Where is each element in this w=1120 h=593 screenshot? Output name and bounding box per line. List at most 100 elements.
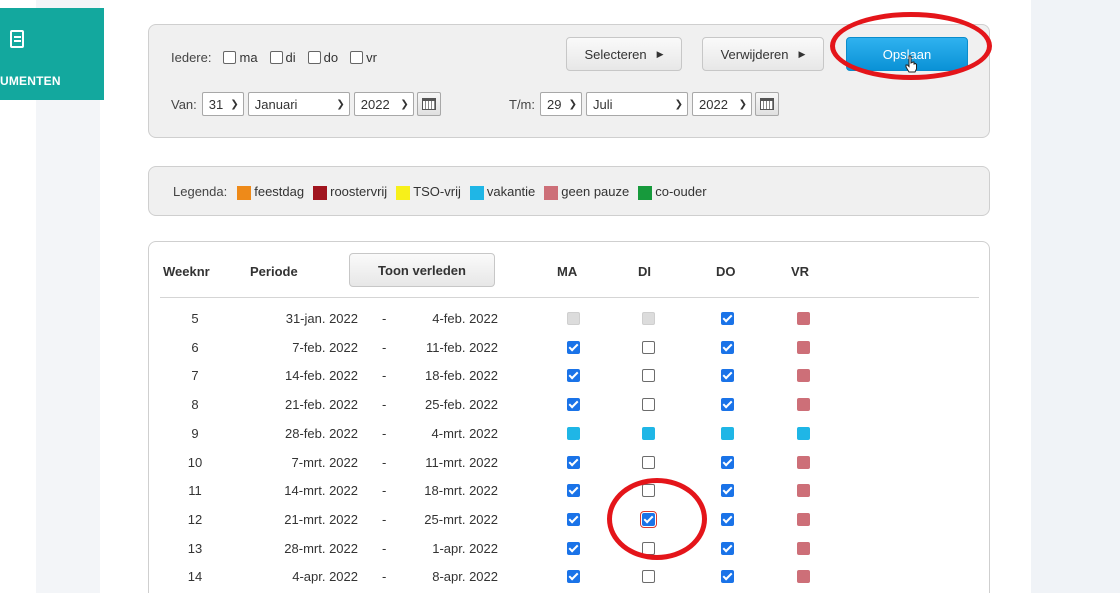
checkbox-do[interactable] bbox=[721, 369, 734, 383]
table-row: 11 14-mrt. 2022 - 18-mrt. 2022 bbox=[160, 476, 979, 505]
table-row: 7 14-feb. 2022 - 18-feb. 2022 bbox=[160, 361, 979, 390]
cell-ma bbox=[567, 312, 580, 325]
checkbox-di[interactable] bbox=[642, 570, 655, 584]
page: UMENTEN Iedere: ma di do vr Selecteren ▶… bbox=[0, 0, 1120, 593]
checkbox-ma[interactable] bbox=[223, 51, 237, 64]
legend-swatch bbox=[544, 185, 559, 200]
chevron-down-icon: ❯ bbox=[674, 98, 683, 110]
checkbox-ma[interactable] bbox=[567, 570, 580, 584]
sidebar-item-documenten[interactable]: UMENTEN bbox=[0, 8, 104, 100]
cell-do bbox=[721, 398, 734, 412]
chevron-down-icon: ❯ bbox=[568, 98, 577, 110]
checkbox-di[interactable] bbox=[642, 398, 655, 412]
week-cell: 11 bbox=[188, 483, 202, 499]
checkbox-do[interactable] bbox=[721, 398, 734, 412]
checkbox-ma[interactable] bbox=[567, 512, 580, 526]
period-start-cell: 28-feb. 2022 bbox=[284, 425, 358, 441]
verwijderen-button[interactable]: Verwijderen ▶ bbox=[702, 37, 824, 71]
cell-vr bbox=[797, 369, 810, 383]
van-year-value: 2022 bbox=[360, 96, 390, 112]
header-vr: VR bbox=[791, 264, 810, 279]
period-end-cell: 4-feb. 2022 bbox=[432, 311, 498, 326]
hand-cursor-icon bbox=[905, 55, 917, 73]
cell-do bbox=[721, 340, 734, 354]
period-separator: - bbox=[382, 339, 387, 355]
van-date-row: Van: 31 ❯ Januari ❯ 2022 ❯ bbox=[171, 92, 441, 116]
checkbox-di[interactable] bbox=[269, 51, 283, 64]
period-start-cell: 4-apr. 2022 bbox=[292, 569, 358, 585]
status-marker-vr bbox=[797, 398, 810, 412]
cell-vr bbox=[797, 340, 810, 354]
period-end-cell: 8-apr. 2022 bbox=[432, 569, 498, 585]
checkbox-do[interactable] bbox=[721, 541, 734, 555]
checkbox-do[interactable] bbox=[721, 484, 734, 498]
tm-month-select[interactable]: Juli ❯ bbox=[586, 92, 688, 116]
checkbox-ma[interactable] bbox=[567, 455, 580, 469]
tm-month-value: Juli bbox=[593, 96, 613, 112]
checkbox-do[interactable] bbox=[721, 512, 734, 526]
calendar-icon[interactable] bbox=[755, 92, 779, 116]
tm-year-select[interactable]: 2022 ❯ bbox=[692, 92, 752, 116]
table-row: 13 28-mrt. 2022 - 1-apr. 2022 bbox=[160, 534, 979, 563]
period-start-cell: 21-feb. 2022 bbox=[284, 397, 358, 413]
legend-swatch bbox=[396, 185, 411, 200]
tm-year-value: 2022 bbox=[699, 96, 728, 112]
week-cell: 12 bbox=[187, 511, 203, 527]
cell-do bbox=[721, 570, 734, 584]
status-marker-vr bbox=[797, 312, 810, 325]
van-day-select[interactable]: 31 ❯ bbox=[201, 92, 244, 116]
checkbox-ma[interactable] bbox=[567, 369, 580, 383]
cell-vr bbox=[797, 570, 810, 584]
checkbox-do[interactable] bbox=[721, 570, 734, 584]
chevron-down-icon: ❯ bbox=[400, 98, 409, 110]
week-cell: 6 bbox=[191, 339, 199, 355]
cell-vr bbox=[797, 541, 810, 555]
checkbox-di[interactable] bbox=[642, 455, 655, 469]
selecteren-button[interactable]: Selecteren ▶ bbox=[566, 37, 682, 71]
van-year-select[interactable]: 2022 ❯ bbox=[353, 92, 414, 116]
checkbox-ma[interactable] bbox=[567, 340, 580, 354]
status-marker-vr bbox=[797, 426, 810, 440]
tm-day-select[interactable]: 29 ❯ bbox=[540, 92, 582, 116]
van-label: Van: bbox=[171, 96, 197, 112]
legend-item: co-ouder bbox=[638, 184, 707, 200]
status-marker-vr bbox=[797, 484, 810, 498]
checkbox-vr[interactable] bbox=[350, 51, 364, 64]
checkbox-ma[interactable] bbox=[567, 484, 580, 498]
legend-item-label: feestdag bbox=[254, 184, 305, 199]
caret-right-icon: ▶ bbox=[798, 48, 806, 59]
checkbox-di[interactable] bbox=[642, 340, 655, 354]
checkbox-do[interactable] bbox=[721, 312, 734, 325]
cell-di bbox=[642, 570, 655, 584]
table-row: 5 31-jan. 2022 - 4-feb. 2022 bbox=[160, 304, 979, 333]
checkbox-do[interactable] bbox=[307, 51, 321, 64]
status-marker-vr bbox=[797, 340, 810, 354]
status-marker-vr bbox=[797, 541, 810, 555]
van-day-value: 31 bbox=[208, 96, 224, 112]
cell-di bbox=[642, 398, 655, 412]
legend-item-label: vakantie bbox=[486, 184, 536, 199]
toon-verleden-button[interactable]: Toon verleden bbox=[349, 253, 495, 287]
table-row: 9 28-feb. 2022 - 4-mrt. 2022 bbox=[160, 419, 979, 448]
chevron-down-icon: ❯ bbox=[336, 98, 345, 110]
checkbox-do[interactable] bbox=[721, 455, 734, 469]
cell-do bbox=[721, 369, 734, 383]
checkbox-ma[interactable] bbox=[567, 398, 580, 412]
table-row: 10 7-mrt. 2022 - 11-mrt. 2022 bbox=[160, 448, 979, 477]
cell-di bbox=[642, 312, 655, 325]
cell-ma bbox=[567, 512, 580, 526]
header-ma: MA bbox=[557, 264, 578, 279]
cell-ma bbox=[567, 340, 580, 354]
checkbox-di[interactable] bbox=[642, 369, 655, 383]
period-start-cell: 14-feb. 2022 bbox=[284, 368, 358, 384]
period-start-cell: 7-feb. 2022 bbox=[292, 339, 358, 355]
right-panel bbox=[1031, 0, 1120, 593]
legend-item-label: roostervrij bbox=[330, 184, 388, 199]
van-month-select[interactable]: Januari ❯ bbox=[247, 92, 350, 116]
legend-item: roostervrij bbox=[313, 184, 387, 200]
checkbox-do[interactable] bbox=[721, 340, 734, 354]
calendar-icon[interactable] bbox=[416, 92, 441, 116]
checkbox-ma[interactable] bbox=[567, 541, 580, 555]
period-end-cell: 1-apr. 2022 bbox=[432, 540, 498, 556]
period-end-cell: 25-mrt. 2022 bbox=[424, 511, 498, 527]
